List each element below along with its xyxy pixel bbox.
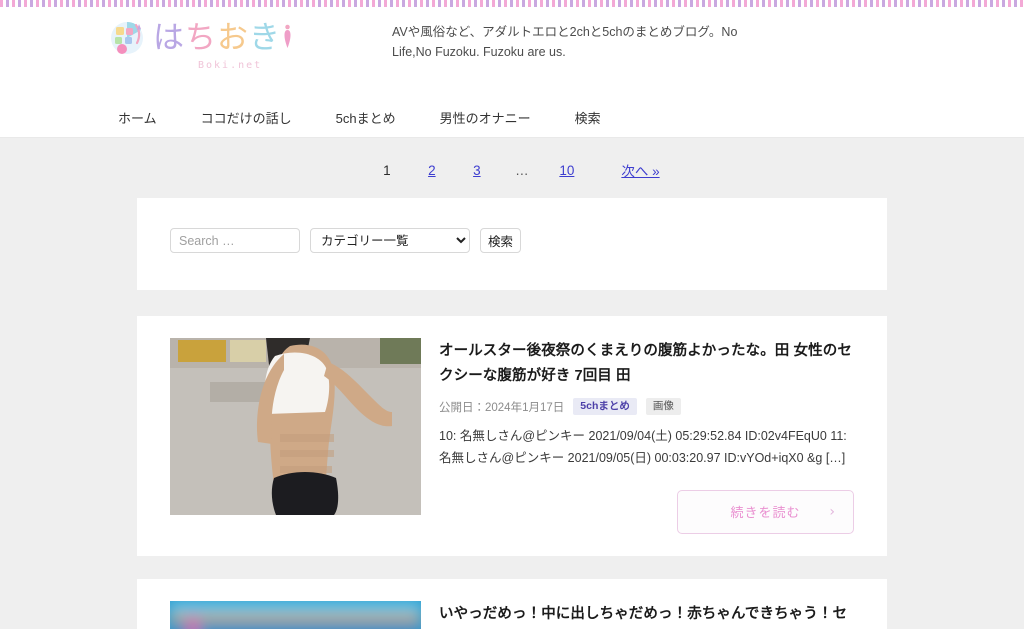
read-more-button[interactable]: 続きを読む › bbox=[677, 489, 854, 534]
decorative-top-border bbox=[0, 0, 1024, 7]
pagination-next-link[interactable]: 次へ » bbox=[621, 160, 659, 180]
post-excerpt: 10: 名無しさん@ピンキー 2021/09/04(土) 05:29:52.84… bbox=[439, 429, 847, 466]
pagination-page-2[interactable]: 2 bbox=[409, 163, 454, 178]
nav-item-dansei-no-onani[interactable]: 男性のオナニー bbox=[418, 100, 553, 138]
post-card: いやっだめっ！中に出しちゃだめっ！赤ちゃんできちゃう！セックス中、女に言われて興… bbox=[137, 578, 887, 629]
search-input[interactable] bbox=[170, 228, 300, 253]
chevron-right-icon: › bbox=[829, 503, 836, 520]
pagination-page-3[interactable]: 3 bbox=[454, 163, 499, 178]
logo-char-1: は bbox=[153, 20, 185, 56]
post-content: オールスター後夜祭のくまえりの腹筋よかったな。田 女性のセクシーな腹筋が好き 7… bbox=[439, 338, 854, 534]
logo-mark-icon bbox=[108, 19, 148, 59]
post-actions: 続きを読む › bbox=[439, 489, 854, 534]
logo-char-4: き bbox=[249, 20, 281, 56]
logo-char-3: お bbox=[217, 20, 249, 56]
logo-subtitle: Boki.net bbox=[198, 60, 263, 71]
pagination-ellipsis: … bbox=[515, 162, 529, 178]
pagination-page-last[interactable]: 10 bbox=[544, 163, 589, 178]
post-meta: 公開日：2024年1月17日 5chまとめ 画像 bbox=[439, 397, 854, 416]
post-tag-category[interactable]: 5chまとめ bbox=[573, 397, 637, 416]
post-thumbnail[interactable] bbox=[170, 600, 421, 629]
read-more-label: 続きを読む bbox=[730, 505, 801, 521]
nav-item-home[interactable]: ホーム bbox=[108, 100, 179, 138]
search-submit-button[interactable]: 検索 bbox=[480, 228, 522, 253]
site-logo[interactable]: はちおき Boki.net bbox=[108, 16, 292, 71]
post-title-link[interactable]: いやっだめっ！中に出しちゃだめっ！赤ちゃんできちゃう！セックス中、女に言われて興… bbox=[439, 602, 854, 629]
post-tag-secondary[interactable]: 画像 bbox=[645, 397, 681, 416]
post-publish-date: 公開日：2024年1月17日 bbox=[439, 401, 565, 414]
post-card: オールスター後夜祭のくまえりの腹筋よかったな。田 女性のセクシーな腹筋が好き 7… bbox=[137, 316, 887, 556]
category-select[interactable]: カテゴリー一覧 bbox=[310, 228, 470, 253]
post-title-link[interactable]: オールスター後夜祭のくまえりの腹筋よかったな。田 女性のセクシーな腹筋が好き 7… bbox=[439, 339, 854, 389]
search-panel: カテゴリー一覧 検索 bbox=[137, 198, 887, 290]
nav-item-kokodake[interactable]: ココだけの話し bbox=[179, 100, 314, 138]
search-form: カテゴリー一覧 検索 bbox=[170, 228, 522, 253]
logo-person-icon bbox=[283, 24, 292, 54]
site-header: はちおき Boki.net AVや風俗など、アダルトエロと2chと5chのまとめ… bbox=[0, 7, 1024, 100]
pagination-page-1: 1 bbox=[383, 162, 391, 178]
page-main: 1 2 3 … 10 次へ » カテゴリー一覧 検索 bbox=[0, 138, 1024, 629]
nav-item-5ch-matome[interactable]: 5chまとめ bbox=[314, 100, 418, 138]
main-navigation: ホーム ココだけの話し 5chまとめ 男性のオナニー 検索 bbox=[0, 100, 1024, 138]
pagination: 1 2 3 … 10 次へ » bbox=[137, 138, 887, 198]
logo-wordmark: はちおき bbox=[153, 23, 281, 54]
logo-char-2: ち bbox=[185, 20, 217, 56]
post-thumbnail[interactable] bbox=[170, 338, 421, 515]
nav-item-search[interactable]: 検索 bbox=[553, 100, 623, 138]
site-tagline: AVや風俗など、アダルトエロと2chと5chのまとめブログ。No Life,No… bbox=[392, 25, 738, 60]
post-content: いやっだめっ！中に出しちゃだめっ！赤ちゃんできちゃう！セックス中、女に言われて興… bbox=[439, 601, 854, 629]
